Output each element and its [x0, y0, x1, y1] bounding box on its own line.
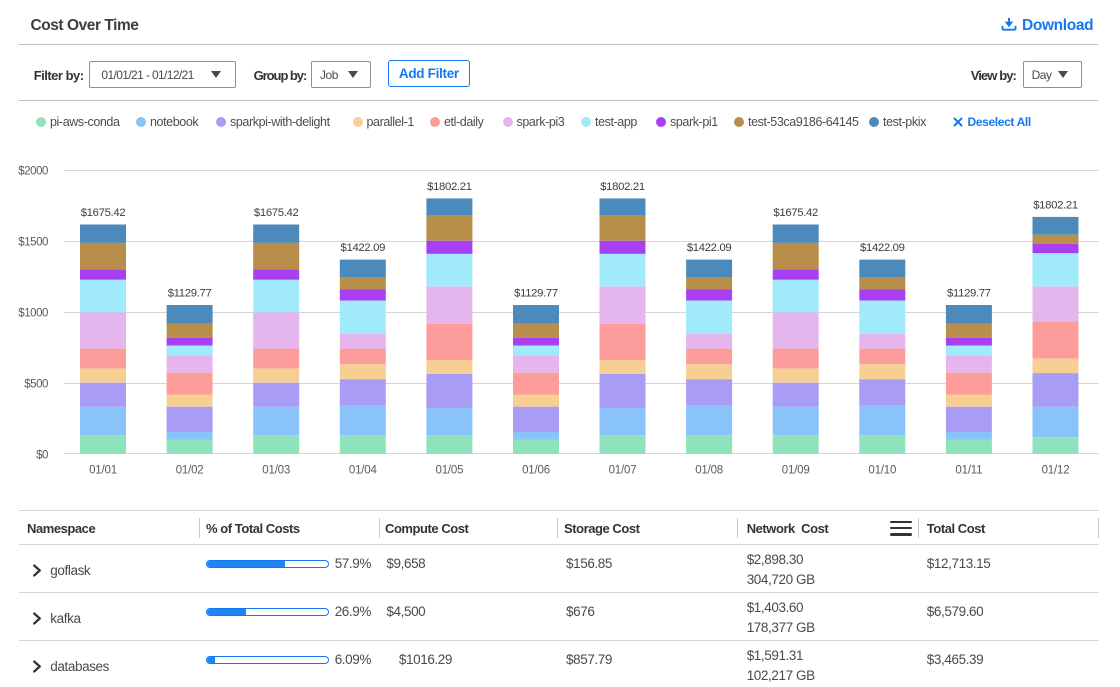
svg-text:01/07: 01/07	[609, 465, 637, 477]
svg-text:$1000: $1000	[18, 307, 48, 319]
svg-text:01/02: 01/02	[176, 465, 204, 477]
svg-text:01/05: 01/05	[436, 465, 464, 477]
svg-text:$1675.42: $1675.42	[254, 207, 299, 219]
svg-text:$1802.21: $1802.21	[600, 181, 645, 193]
svg-text:$500: $500	[24, 378, 48, 390]
svg-text:01/12: 01/12	[1042, 465, 1070, 477]
svg-text:01/10: 01/10	[868, 465, 896, 477]
svg-text:01/08: 01/08	[695, 465, 723, 477]
svg-text:$1500: $1500	[18, 236, 48, 248]
svg-text:01/01: 01/01	[89, 465, 117, 477]
svg-text:01/03: 01/03	[262, 465, 290, 477]
svg-text:$1422.09: $1422.09	[341, 242, 386, 254]
svg-text:$1802.21: $1802.21	[1033, 199, 1078, 211]
svg-text:01/09: 01/09	[782, 465, 810, 477]
svg-text:$1675.42: $1675.42	[773, 207, 818, 219]
svg-text:$1129.77: $1129.77	[168, 288, 212, 300]
svg-text:01/11: 01/11	[955, 465, 982, 477]
svg-text:$1422.09: $1422.09	[687, 242, 732, 254]
svg-text:$1129.77: $1129.77	[947, 288, 991, 300]
svg-text:$1675.42: $1675.42	[81, 207, 126, 219]
svg-text:$0: $0	[36, 449, 48, 461]
svg-text:01/04: 01/04	[349, 465, 378, 477]
svg-text:$2000: $2000	[18, 165, 48, 177]
svg-text:$1129.77: $1129.77	[514, 288, 558, 300]
svg-text:01/06: 01/06	[522, 465, 550, 477]
svg-text:$1802.21: $1802.21	[427, 181, 472, 193]
svg-text:$1422.09: $1422.09	[860, 242, 905, 254]
